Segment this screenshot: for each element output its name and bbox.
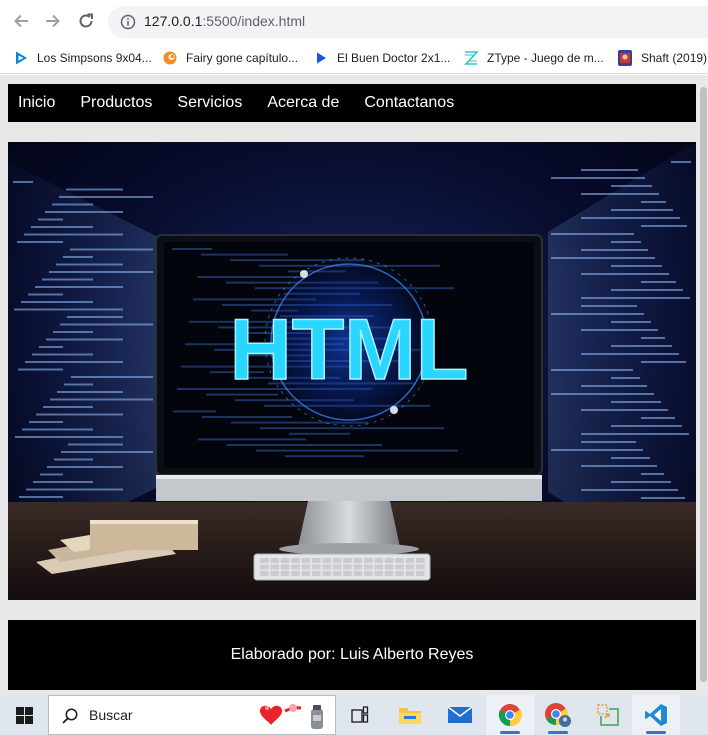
play-icon	[16, 51, 27, 65]
bookmark-label: ZType - Juego de m...	[487, 51, 604, 65]
reload-button[interactable]	[73, 8, 99, 34]
search-icon	[62, 708, 78, 724]
site-footer: Elaborado por: Luis Alberto Reyes	[8, 620, 696, 690]
back-arrow-icon	[14, 14, 28, 28]
url-text[interactable]: 127.0.0.1:5500/index.html	[144, 13, 305, 29]
chrome-profile-icon	[545, 703, 571, 727]
nav-link-contactanos[interactable]: Contactanos	[364, 94, 454, 112]
chrome-button[interactable]	[486, 695, 534, 735]
movie-poster-icon	[618, 50, 632, 66]
bookmark-item[interactable]: Los Simpsons 9x04...	[13, 49, 152, 67]
mail-button[interactable]	[436, 695, 484, 735]
back-button[interactable]	[8, 8, 34, 34]
url-host: 127.0.0.1	[144, 13, 203, 29]
nav-link-servicios[interactable]: Servicios	[177, 94, 242, 112]
file-explorer-button[interactable]	[386, 695, 434, 735]
active-indicator	[646, 731, 666, 734]
chrome-profile-button[interactable]	[534, 695, 582, 735]
app-icon	[597, 704, 619, 726]
file-explorer-icon	[399, 708, 421, 724]
page-scrollbar[interactable]	[698, 75, 708, 695]
bookmark-item[interactable]: Fairy gone capítulo...	[162, 49, 298, 67]
task-view-icon	[351, 706, 369, 723]
vscode-button[interactable]	[632, 695, 680, 735]
play-icon	[317, 52, 326, 64]
bookmark-item[interactable]: ZType - Juego de m...	[463, 49, 604, 67]
nav-link-productos[interactable]: Productos	[80, 94, 152, 112]
forward-button[interactable]	[40, 8, 66, 34]
browser-toolbar: 127.0.0.1:5500/index.html	[0, 0, 708, 42]
bookmarks-bar: Los Simpsons 9x04... Fairy gone capítulo…	[0, 42, 708, 74]
forward-arrow-icon	[46, 14, 60, 28]
windows-taskbar: Buscar	[0, 695, 708, 735]
hero-html-text: HTML	[230, 302, 469, 398]
bookmark-item[interactable]: El Buen Doctor 2x1...	[313, 49, 450, 67]
address-bar[interactable]: 127.0.0.1:5500/index.html	[108, 6, 708, 38]
search-placeholder: Buscar	[89, 707, 133, 723]
bookmark-label: Los Simpsons 9x04...	[37, 51, 152, 65]
chrome-icon	[498, 704, 522, 727]
taskbar-search-box[interactable]: Buscar	[48, 695, 336, 735]
bookmark-label: El Buen Doctor 2x1...	[337, 51, 451, 65]
active-indicator	[548, 731, 568, 734]
bookmark-item[interactable]: Shaft (2019)	[617, 49, 707, 67]
site-navigation: Inicio Productos Servicios Acerca de Con…	[8, 84, 696, 122]
footer-credit: Elaborado por: Luis Alberto Reyes	[230, 646, 474, 663]
active-indicator	[500, 731, 520, 734]
ztype-icon	[464, 51, 479, 65]
app-button[interactable]	[584, 695, 632, 735]
bookmark-label: Shaft (2019)	[641, 51, 708, 65]
search-highlight-icon	[259, 704, 323, 729]
nav-link-acerca-de[interactable]: Acerca de	[267, 94, 339, 112]
page-viewport: Inicio Productos Servicios Acerca de Con…	[0, 75, 708, 695]
windows-logo-icon	[15, 706, 33, 724]
url-path: :5500/index.html	[202, 13, 306, 29]
bookmark-label: Fairy gone capítulo...	[186, 51, 299, 65]
start-button[interactable]	[0, 695, 48, 735]
info-icon[interactable]	[120, 14, 136, 30]
mail-icon	[447, 706, 473, 723]
task-view-button[interactable]	[336, 695, 384, 735]
crunchyroll-icon	[163, 51, 177, 65]
nav-link-inicio[interactable]: Inicio	[18, 94, 55, 112]
vscode-icon	[645, 704, 667, 726]
scrollbar-thumb[interactable]	[700, 87, 707, 682]
reload-icon	[79, 13, 93, 28]
hero-image: HTML	[8, 142, 696, 600]
